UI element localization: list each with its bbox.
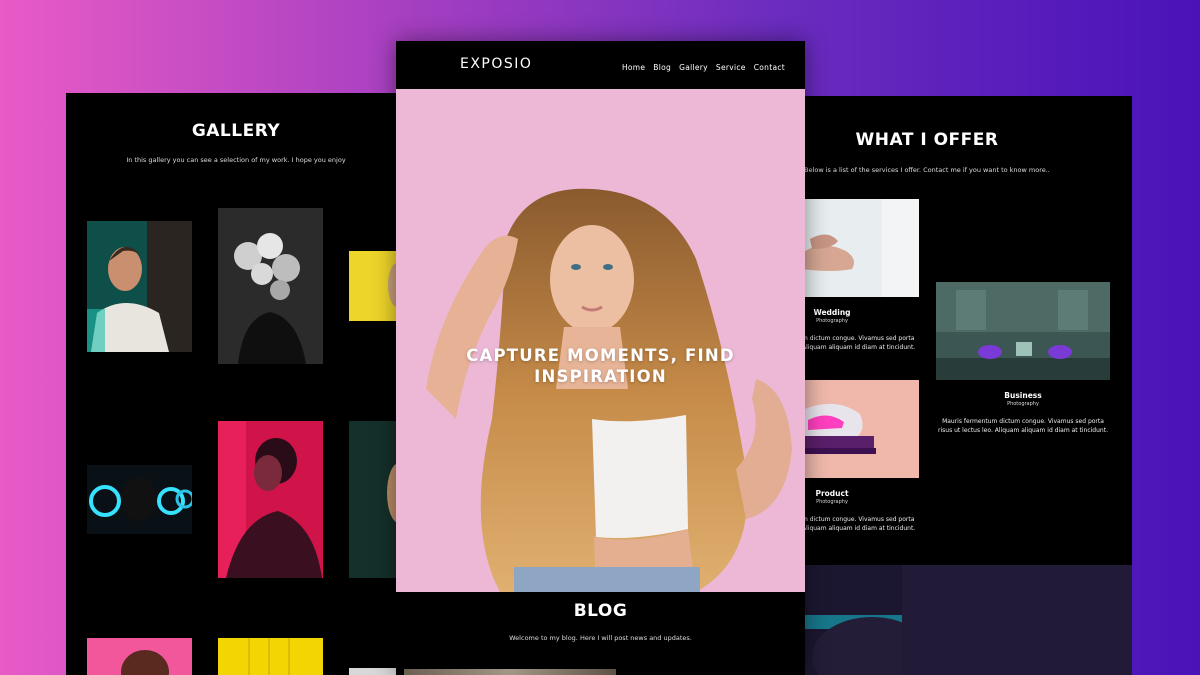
site-logo[interactable]: EXPOSIO <box>460 56 532 72</box>
gallery-page-preview: GALLERY In this gallery you can see a se… <box>66 93 406 675</box>
nav-blog[interactable]: Blog <box>653 63 671 72</box>
business-office-illustration <box>936 282 1110 380</box>
blog-section: BLOG Welcome to my blog. Here I will pos… <box>396 592 805 675</box>
nav-gallery[interactable]: Gallery <box>679 63 708 72</box>
service-category-business: Photography <box>1007 401 1039 407</box>
hero-section: CAPTURE MOMENTS, FIND INSPIRATION <box>396 89 805 592</box>
services-page-preview: WHAT I OFFER Below is a list of the serv… <box>802 96 1132 565</box>
gallery-photo-flowers-bw[interactable] <box>218 208 323 364</box>
service-business-image[interactable] <box>936 282 1110 380</box>
main-nav: Home Blog Gallery Service Contact <box>622 63 785 72</box>
blog-title: BLOG <box>573 601 628 621</box>
nav-service[interactable]: Service <box>716 63 746 72</box>
hero-headline: CAPTURE MOMENTS, FIND INSPIRATION <box>466 346 735 386</box>
dark-photo-illustration <box>802 565 1132 675</box>
service-wedding-image[interactable] <box>802 199 919 297</box>
man-teal-illustration <box>87 221 192 352</box>
blog-subtitle: Welcome to my blog. Here I will post new… <box>509 634 692 642</box>
flowers-bw-illustration <box>218 208 323 364</box>
hero-portrait-illustration <box>396 89 805 592</box>
gallery-photo-man-teal[interactable] <box>87 221 192 352</box>
gallery-photo-yellow-2[interactable] <box>218 638 323 675</box>
gallery-photo-neon[interactable] <box>87 465 192 534</box>
service-desc-business: Mauris fermentum dictum congue. Vivamus … <box>938 418 1108 434</box>
wedding-hands-illustration <box>802 199 919 297</box>
service-name-wedding: Wedding <box>813 308 851 317</box>
service-desc-wedding: m dictum congue. Vivamus sed porta Aliqu… <box>802 335 916 351</box>
product-sneaker-illustration <box>802 380 919 478</box>
red-man-illustration <box>218 421 323 578</box>
offer-title: WHAT I OFFER <box>855 130 999 150</box>
gallery-title: GALLERY <box>191 121 281 141</box>
gallery-photo-red-man[interactable] <box>218 421 323 578</box>
service-name-business: Business <box>1004 391 1042 400</box>
yellow2-illustration <box>218 638 323 675</box>
gallery-photo-pink[interactable] <box>87 638 192 675</box>
home-page-preview: EXPOSIO Home Blog Gallery Service Contac… <box>396 41 805 675</box>
blog-post-image[interactable] <box>404 669 616 675</box>
service-name-product: Product <box>815 489 849 498</box>
pink-illustration <box>87 638 192 675</box>
service-category-wedding: Photography <box>816 318 848 324</box>
service-category-product: Photography <box>816 499 848 505</box>
neon-illustration <box>87 465 192 534</box>
nav-contact[interactable]: Contact <box>754 63 785 72</box>
service-product-image[interactable] <box>802 380 919 478</box>
offer-subtitle: Below is a list of the services I offer.… <box>804 166 1050 174</box>
site-header: EXPOSIO Home Blog Gallery Service Contac… <box>396 41 805 89</box>
dark-photo-strip <box>802 565 1132 675</box>
nav-home[interactable]: Home <box>622 63 645 72</box>
service-desc-product: m dictum congue. Vivamus sed porta Aliqu… <box>802 516 916 532</box>
gallery-subtitle: In this gallery you can see a selection … <box>126 156 346 164</box>
